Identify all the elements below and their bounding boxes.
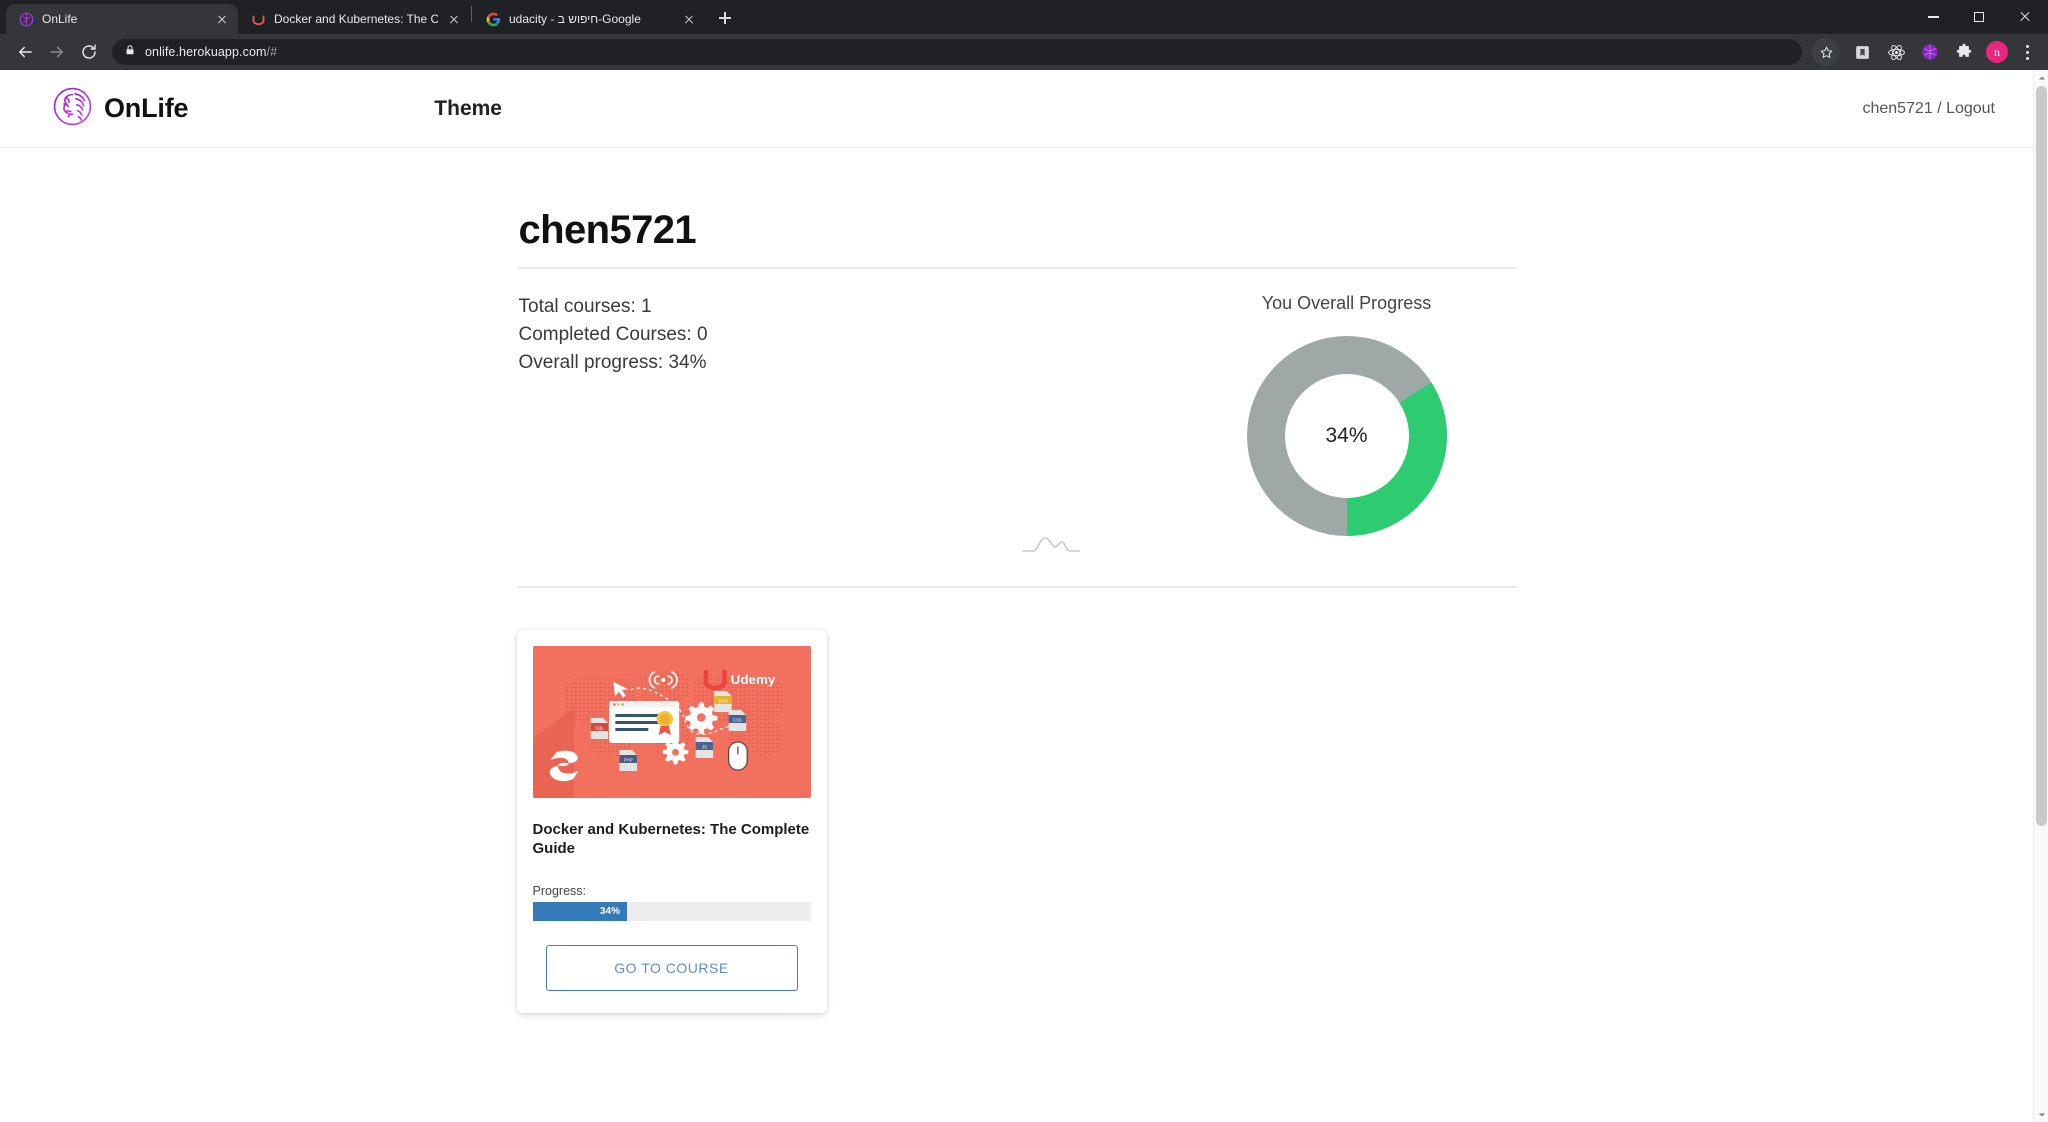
extensions-puzzle-icon[interactable] [1952, 40, 1976, 64]
stat-total-courses: Total courses: 1 [518, 296, 652, 317]
minimize-button[interactable] [1910, 0, 1956, 34]
tab-title: OnLife [42, 12, 78, 26]
stat-completed-courses: Completed Courses: 0 [518, 324, 708, 345]
stats-list: Total courses: 1 Completed Courses: 0 Ov… [517, 293, 1177, 536]
browser-toolbar: onlife.herokuapp.com/# n [0, 34, 2048, 70]
course-card[interactable]: SQL PHP SVG CSS JS Udemy Docker and Kube… [516, 630, 827, 1014]
svg-text:PHP: PHP [623, 757, 632, 762]
forward-icon[interactable] [42, 37, 72, 67]
nav-item-theme[interactable]: Theme [434, 97, 502, 121]
url-text: onlife.herokuapp.com/# [145, 45, 278, 59]
udemy-course-thumbnail-art: SQL PHP SVG CSS JS Udemy [532, 646, 811, 798]
close-icon[interactable] [214, 11, 230, 27]
course-list: SQL PHP SVG CSS JS Udemy Docker and Kube… [516, 588, 1517, 1014]
star-icon[interactable] [1812, 38, 1840, 66]
svg-text:CSS: CSS [732, 717, 741, 722]
tab-separator [471, 6, 472, 22]
scroll-down-arrow-icon[interactable] [2034, 1107, 2048, 1122]
donut-chart: 34% [1246, 336, 1447, 536]
page-viewport: OnLife Theme chen5721 / Logout chen5721 … [0, 70, 2048, 1122]
close-icon[interactable] [681, 11, 697, 27]
browser-tab-google-search[interactable]: udacity - חיפוש ב-Google [473, 4, 705, 34]
brand-name: OnLife [104, 93, 189, 123]
close-icon[interactable] [446, 11, 462, 27]
donut-value-label: 34% [1325, 424, 1368, 447]
web-page: OnLife Theme chen5721 / Logout chen5721 … [0, 70, 2033, 1122]
svg-text:Udemy: Udemy [730, 672, 775, 687]
site-navbar: OnLife Theme chen5721 / Logout [0, 70, 2033, 148]
mountain-wave-icon [1021, 537, 1080, 552]
page-title: chen5721 [518, 208, 697, 252]
user-menu[interactable]: chen5721 / Logout [1862, 100, 1995, 118]
react-devtools-icon[interactable] [1884, 40, 1908, 64]
go-to-course-button[interactable]: GO TO COURSE [545, 945, 798, 992]
profile-header: chen5721 Total courses: 1 Completed Cour… [516, 148, 1517, 536]
browser-tab-onlife[interactable]: OnLife [6, 4, 238, 34]
address-bar[interactable]: onlife.herokuapp.com/# [112, 39, 1802, 65]
reload-icon[interactable] [74, 37, 104, 67]
maximize-button[interactable] [1956, 0, 2002, 34]
progress-bar-fill: 34% [532, 902, 628, 922]
scrollbar-thumb[interactable] [2036, 86, 2047, 826]
brand-logo[interactable]: OnLife [52, 86, 188, 132]
svg-text:SVG: SVG [718, 698, 727, 703]
page-scrollbar[interactable] [2033, 70, 2048, 1122]
progress-bar-text: 34% [600, 906, 621, 918]
lock-icon [124, 43, 136, 61]
page-content: chen5721 Total courses: 1 Completed Cour… [0, 148, 2033, 1014]
brain-circuit-logo [52, 86, 93, 132]
back-icon[interactable] [10, 37, 40, 67]
overall-progress-chart: You Overall Progress 34% [1177, 293, 1517, 536]
course-thumbnail: SQL PHP SVG CSS JS Udemy [532, 646, 811, 798]
tab-title: Docker and Kubernetes: The Com [274, 12, 438, 26]
profile-avatar[interactable]: n [1986, 41, 2008, 63]
google-icon [485, 11, 501, 27]
svg-text:JS: JS [701, 744, 706, 749]
svg-text:SQL: SQL [594, 725, 604, 730]
scroll-up-arrow-icon[interactable] [2034, 70, 2048, 85]
new-tab-button[interactable] [711, 4, 739, 32]
window-controls [1910, 0, 2048, 34]
decorative-squiggle [517, 536, 1517, 566]
overview-row: Total courses: 1 Completed Courses: 0 Ov… [517, 269, 1517, 536]
onlife-extension-icon[interactable] [1918, 40, 1942, 64]
reading-list-icon[interactable] [1850, 40, 1874, 64]
toolbar-icons: n [1812, 38, 2038, 66]
udemy-icon [250, 11, 266, 27]
course-title: Docker and Kubernetes: The Complete Guid… [532, 821, 810, 858]
onlife-brain-icon [18, 11, 34, 27]
kebab-menu-icon[interactable] [2018, 40, 2036, 64]
donut-center: 34% [1284, 374, 1409, 498]
tab-title: udacity - חיפוש ב-Google [509, 12, 641, 26]
close-window-button[interactable] [2002, 0, 2048, 34]
progress-bar: 34% [532, 902, 811, 922]
tab-strip: OnLife Docker and Kubernetes: The Com ud… [0, 0, 2048, 34]
stat-overall-progress: Overall progress: 34% [518, 352, 707, 373]
chart-title: You Overall Progress [1261, 293, 1432, 313]
browser-tab-docker[interactable]: Docker and Kubernetes: The Com [238, 4, 470, 34]
browser-window: OnLife Docker and Kubernetes: The Com ud… [0, 0, 2048, 1122]
progress-label: Progress: [532, 884, 587, 899]
